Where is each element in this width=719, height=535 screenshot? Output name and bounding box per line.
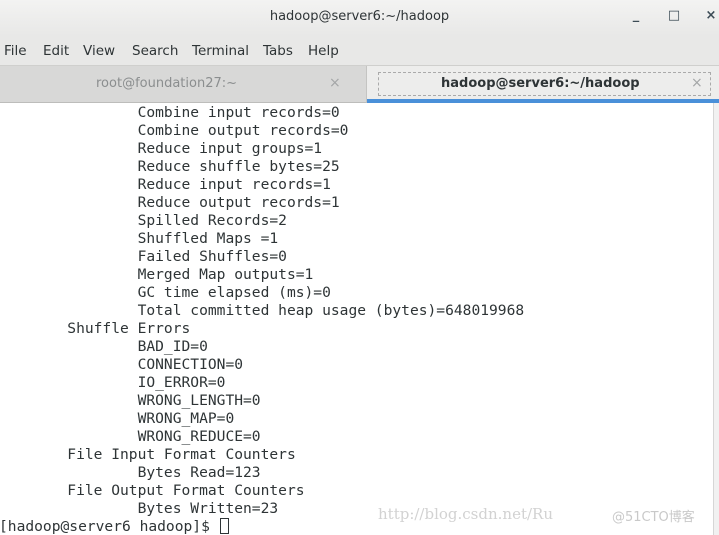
title-bar: hadoop@server6:~/hadoop _ □ ×	[0, 0, 719, 36]
output-line: File Output Format Counters	[0, 482, 305, 499]
terminal-output[interactable]: Combine input records=0 Combine output r…	[0, 103, 713, 535]
output-line: Combine input records=0	[0, 104, 340, 121]
menu-view[interactable]: View	[83, 43, 115, 59]
prompt-line[interactable]: [hadoop@server6 hadoop]$	[0, 518, 229, 535]
output-line: Spilled Records=2	[0, 212, 287, 229]
menu-tabs[interactable]: Tabs	[263, 43, 293, 59]
tab-hadoop-server6[interactable]: hadoop@server6:~/hadoop ×	[367, 66, 719, 103]
tab-close-icon[interactable]: ×	[329, 75, 341, 91]
output-line: Total committed heap usage (bytes)=64801…	[0, 302, 525, 319]
tab-label: hadoop@server6:~/hadoop	[441, 76, 640, 91]
tab-bar: root@foundation27:~ × hadoop@server6:~/h…	[0, 65, 719, 103]
menu-file[interactable]: File	[4, 43, 27, 59]
menu-bar: File Edit View Search Terminal Tabs Help	[0, 36, 719, 65]
output-line: Reduce output records=1	[0, 194, 340, 211]
watermark-site: @51CTO博客	[612, 510, 695, 525]
output-line: Reduce input records=1	[0, 176, 331, 193]
output-line: Shuffle Errors	[0, 320, 191, 337]
tab-close-icon[interactable]: ×	[691, 75, 703, 91]
output-line: IO_ERROR=0	[0, 374, 226, 391]
output-line: Reduce shuffle bytes=25	[0, 158, 340, 175]
text-cursor	[219, 518, 229, 534]
output-line: WRONG_REDUCE=0	[0, 428, 261, 445]
tab-label: root@foundation27:~	[96, 76, 238, 91]
minimize-button[interactable]: _	[628, 8, 644, 26]
window-title: hadoop@server6:~/hadoop	[269, 9, 450, 24]
output-line: Bytes Read=123	[0, 464, 261, 481]
tab-root-foundation27[interactable]: root@foundation27:~ ×	[0, 66, 367, 103]
output-line: Bytes Written=23	[0, 500, 279, 517]
shell-prompt: [hadoop@server6 hadoop]$	[0, 518, 219, 535]
output-line: Combine output records=0	[0, 122, 349, 139]
output-line: Failed Shuffles=0	[0, 248, 287, 265]
close-button[interactable]: ×	[703, 8, 719, 26]
menu-search[interactable]: Search	[132, 43, 178, 59]
output-line: Reduce input groups=1	[0, 140, 323, 157]
scrollbar[interactable]	[713, 103, 719, 535]
output-line: File Input Format Counters	[0, 446, 296, 463]
output-line: WRONG_LENGTH=0	[0, 392, 261, 409]
menu-edit[interactable]: Edit	[43, 43, 69, 59]
output-line: WRONG_MAP=0	[0, 410, 235, 427]
output-line: GC time elapsed (ms)=0	[0, 284, 331, 301]
output-line: BAD_ID=0	[0, 338, 208, 355]
menu-terminal[interactable]: Terminal	[192, 43, 249, 59]
watermark-url: http://blog.csdn.net/Ru	[378, 505, 553, 523]
output-line: Merged Map outputs=1	[0, 266, 314, 283]
output-line: CONNECTION=0	[0, 356, 244, 373]
menu-help[interactable]: Help	[308, 43, 339, 59]
output-line: Shuffled Maps =1	[0, 230, 279, 247]
maximize-button[interactable]: □	[666, 8, 682, 26]
